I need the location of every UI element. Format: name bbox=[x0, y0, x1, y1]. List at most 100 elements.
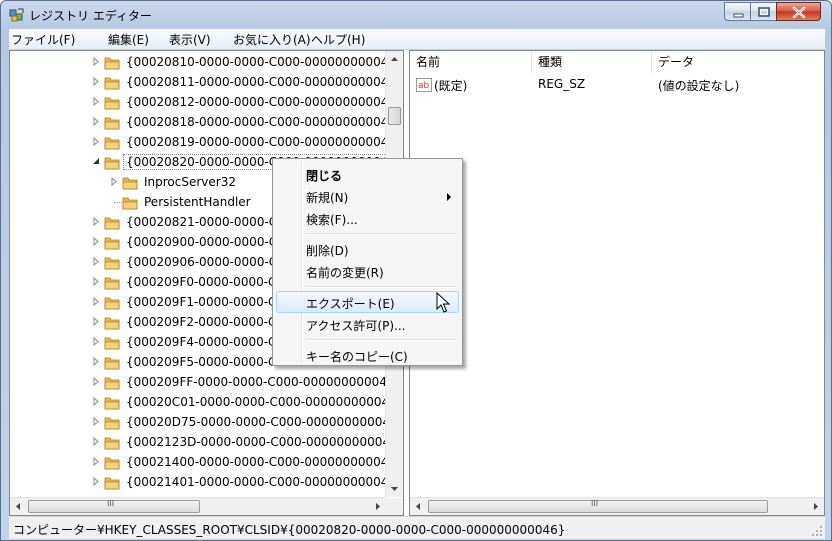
scroll-left-arrow-icon[interactable] bbox=[10, 498, 27, 515]
context-menu-item[interactable]: 削除(D) bbox=[276, 238, 459, 260]
column-header-name[interactable]: 名前 bbox=[410, 51, 532, 73]
column-header-data[interactable]: データ bbox=[652, 51, 824, 73]
context-menu-item-label: 削除(D) bbox=[306, 244, 349, 258]
tree-node[interactable]: {00020819-0000-0000-C000-000000000046} bbox=[92, 133, 403, 153]
tree-node[interactable]: {00020810-0000-0000-C000-000000000046} bbox=[92, 53, 404, 73]
tree-connector-line bbox=[114, 202, 122, 203]
context-menu-item[interactable]: キー名のコピー(C) bbox=[276, 344, 459, 366]
folder-icon bbox=[104, 257, 120, 270]
folder-icon bbox=[122, 177, 138, 190]
tree-node-label: {00020818-0000-0000-C000-000000000046} bbox=[126, 115, 404, 129]
context-menu-item[interactable]: エクスポート(E) bbox=[276, 291, 459, 313]
expand-arrow-icon[interactable] bbox=[110, 177, 119, 186]
context-menu-item[interactable]: 検索(F)... bbox=[276, 207, 459, 229]
svg-text:ab: ab bbox=[418, 81, 430, 91]
tree-node-label: {00020C01-0000-0000-C000-000000000046} bbox=[126, 395, 404, 409]
expand-arrow-icon[interactable] bbox=[92, 97, 101, 106]
expand-arrow-icon[interactable] bbox=[92, 337, 101, 346]
resize-grip-icon[interactable] bbox=[811, 525, 823, 537]
folder-icon bbox=[104, 217, 120, 230]
value-list-pane[interactable]: 名前 種類 データ ab (既定) REG_SZ (値の設定なし) III bbox=[409, 50, 825, 516]
expand-arrow-icon[interactable] bbox=[92, 417, 101, 426]
submenu-arrow-icon bbox=[447, 193, 451, 201]
folder-icon bbox=[104, 297, 120, 310]
registry-editor-icon bbox=[9, 8, 24, 22]
tree-hscroll-grip: III bbox=[107, 499, 115, 508]
scroll-corner bbox=[386, 498, 403, 515]
collapse-arrow-icon[interactable] bbox=[92, 157, 101, 166]
context-menu: 閉じる新規(N) 検索(F)... 削除(D) 名前の変更(R) エクスポート(E) アク… bbox=[272, 158, 463, 366]
menu-view[interactable]: 表示(V) bbox=[169, 31, 211, 48]
expand-arrow-icon[interactable] bbox=[92, 237, 101, 246]
title-bar[interactable]: レジストリ エディター bbox=[1, 1, 831, 29]
expand-arrow-icon[interactable] bbox=[92, 377, 101, 386]
scroll-up-arrow-icon[interactable] bbox=[386, 51, 403, 68]
folder-icon bbox=[104, 277, 120, 290]
menu-edit[interactable]: 編集(E) bbox=[108, 31, 149, 48]
expand-arrow-icon[interactable] bbox=[92, 457, 101, 466]
tree-horizontal-scrollbar[interactable]: III bbox=[10, 497, 386, 515]
value-row[interactable]: ab (既定) REG_SZ (値の設定なし) bbox=[414, 77, 814, 97]
tree-node[interactable]: {00021400-0000-0000-C000-000000000046} bbox=[92, 453, 403, 473]
scroll-left-arrow-icon[interactable] bbox=[410, 498, 427, 515]
tree-vscroll-thumb[interactable] bbox=[388, 107, 401, 125]
scroll-right-arrow-icon[interactable] bbox=[807, 498, 824, 515]
expand-arrow-icon[interactable] bbox=[92, 397, 101, 406]
context-menu-item-label: 新規(N) bbox=[306, 191, 349, 205]
folder-icon bbox=[104, 337, 120, 350]
tree-node[interactable]: {00020C01-0000-0000-C000-000000000046} bbox=[92, 393, 404, 413]
tree-node[interactable]: {00020811-0000-0000-C000-000000000046} bbox=[92, 73, 404, 93]
expand-arrow-icon[interactable] bbox=[92, 277, 101, 286]
context-menu-item-label: エクスポート(E) bbox=[306, 297, 395, 311]
expand-arrow-icon[interactable] bbox=[92, 437, 101, 446]
menu-help[interactable]: ヘルプ(H) bbox=[311, 31, 365, 48]
expand-arrow-icon[interactable] bbox=[92, 317, 101, 326]
expand-arrow-icon[interactable] bbox=[92, 117, 101, 126]
value-type: REG_SZ bbox=[538, 77, 586, 91]
expand-arrow-icon[interactable] bbox=[92, 77, 101, 86]
menu-favorites[interactable]: お気に入り(A) bbox=[233, 31, 311, 48]
maximize-button[interactable] bbox=[750, 2, 777, 21]
context-menu-separator bbox=[305, 233, 457, 235]
tree-node[interactable]: {00021401-0000-0000-C000-000000000046} bbox=[92, 473, 404, 493]
maximize-icon bbox=[758, 7, 770, 17]
menu-file[interactable]: ファイル(F) bbox=[11, 31, 75, 48]
column-header-type[interactable]: 種類 bbox=[532, 51, 652, 73]
context-menu-item-label: 名前の変更(R) bbox=[306, 266, 384, 280]
folder-icon bbox=[104, 477, 120, 490]
list-hscroll-thumb[interactable]: III bbox=[428, 499, 768, 513]
tree-node[interactable]: {00020812-0000-0000-C000-000000000046} bbox=[92, 93, 403, 113]
expand-arrow-icon[interactable] bbox=[92, 57, 101, 66]
context-menu-item[interactable]: 閉じる bbox=[276, 163, 459, 185]
minimize-button[interactable] bbox=[724, 2, 751, 21]
folder-icon bbox=[104, 97, 120, 110]
tree-node-label: {00020810-0000-0000-C000-000000000046} bbox=[126, 55, 404, 69]
value-name: (既定) bbox=[434, 79, 468, 93]
context-menu-item[interactable]: 名前の変更(R) bbox=[276, 260, 459, 282]
tree-node[interactable]: {00020818-0000-0000-C000-000000000046} bbox=[92, 113, 404, 133]
list-hscroll-grip: III bbox=[591, 499, 599, 508]
folder-icon bbox=[104, 417, 120, 430]
tree-node-label: {00020811-0000-0000-C000-000000000046} bbox=[126, 75, 404, 89]
expand-arrow-icon[interactable] bbox=[92, 137, 101, 146]
folder-icon bbox=[104, 457, 120, 470]
tree-node[interactable]: {0002123D-0000-0000-C000-000000000046} bbox=[92, 433, 403, 453]
tree-hscroll-thumb[interactable]: III bbox=[28, 499, 200, 513]
expand-arrow-icon[interactable] bbox=[92, 477, 101, 486]
expand-arrow-icon[interactable] bbox=[92, 257, 101, 266]
expand-arrow-icon[interactable] bbox=[92, 217, 101, 226]
tree-node[interactable]: {000209FF-0000-0000-C000-000000000046} bbox=[92, 373, 403, 393]
context-menu-item[interactable]: アクセス許可(P)... bbox=[276, 313, 459, 335]
expand-arrow-icon[interactable] bbox=[92, 297, 101, 306]
tree-node[interactable]: {00020D75-0000-0000-C000-000000000046} bbox=[92, 413, 403, 433]
context-menu-item[interactable]: 新規(N) bbox=[276, 185, 459, 207]
folder-icon bbox=[104, 57, 120, 70]
expand-arrow-icon[interactable] bbox=[92, 357, 101, 366]
list-horizontal-scrollbar[interactable]: III bbox=[410, 497, 824, 515]
context-menu-item-label: キー名のコピー(C) bbox=[306, 350, 408, 364]
tree-node-label: {00021401-0000-0000-C000-000000000046} bbox=[126, 475, 404, 489]
value-data: (値の設定なし) bbox=[658, 79, 740, 93]
close-button[interactable] bbox=[776, 2, 821, 21]
scroll-right-arrow-icon[interactable] bbox=[369, 498, 386, 515]
scroll-down-arrow-icon[interactable] bbox=[386, 480, 403, 497]
